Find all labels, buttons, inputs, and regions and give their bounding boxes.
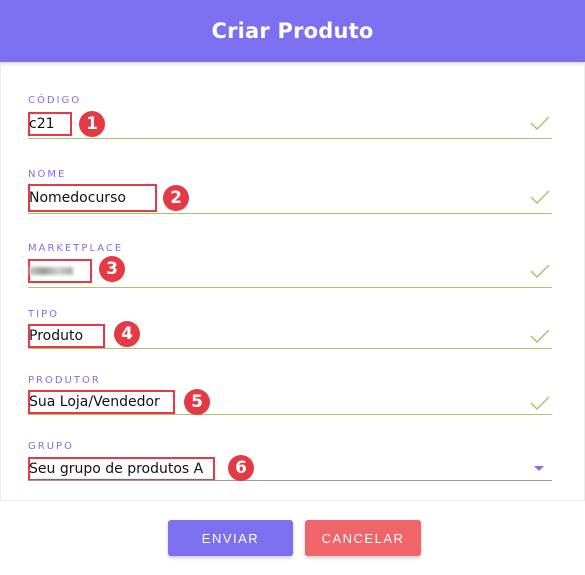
annotation-badge-2: 2 xyxy=(163,185,189,211)
annotation-badge-5: 5 xyxy=(184,389,210,415)
check-icon xyxy=(530,264,550,278)
codigo-underline xyxy=(28,138,552,139)
annotation-badge-4: 4 xyxy=(114,321,140,347)
tipo-underline xyxy=(28,348,552,349)
tipo-label: TIPO xyxy=(28,309,59,320)
marketplace-input[interactable] xyxy=(28,259,92,283)
redacted-value xyxy=(29,267,73,275)
nome-label: NOME xyxy=(28,169,67,180)
annotation-badge-1: 1 xyxy=(79,111,105,137)
page-title: Criar Produto xyxy=(211,19,374,43)
produtor-input[interactable]: Sua Loja/Vendedor xyxy=(28,390,175,414)
check-icon xyxy=(530,329,550,343)
check-icon xyxy=(530,396,550,410)
produtor-underline xyxy=(28,414,552,415)
submit-button[interactable]: ENVIAR xyxy=(168,520,293,556)
codigo-label: CÓDIGO xyxy=(28,95,82,106)
footer-divider xyxy=(0,500,585,501)
dropdown-arrow-icon[interactable] xyxy=(534,466,544,471)
check-icon xyxy=(530,116,550,130)
nome-underline xyxy=(28,213,552,214)
marketplace-label: MARKETPLACE xyxy=(28,243,124,254)
nome-input[interactable]: Nomedocurso xyxy=(28,184,157,212)
tipo-field[interactable]: TIPO Produto xyxy=(28,309,552,355)
grupo-label: GRUPO xyxy=(28,441,74,452)
annotation-badge-6: 6 xyxy=(228,455,254,481)
annotation-badge-3: 3 xyxy=(99,256,125,282)
produtor-label: PRODUTOR xyxy=(28,375,101,386)
nome-field[interactable]: NOME Nomedocurso xyxy=(28,169,552,215)
cancel-button[interactable]: CANCELAR xyxy=(305,520,421,556)
grupo-field[interactable]: GRUPO Seu grupo de produtos A xyxy=(28,441,552,487)
form-header: Criar Produto xyxy=(0,0,585,62)
codigo-field[interactable]: CÓDIGO c21 xyxy=(28,95,552,141)
grupo-underline xyxy=(28,480,552,481)
check-icon xyxy=(530,190,550,204)
codigo-input[interactable]: c21 xyxy=(28,112,72,136)
card-left-edge xyxy=(0,62,1,500)
tipo-input[interactable]: Produto xyxy=(28,324,105,348)
marketplace-underline xyxy=(28,287,552,288)
grupo-select[interactable]: Seu grupo de produtos A xyxy=(28,457,215,481)
produtor-field[interactable]: PRODUTOR Sua Loja/Vendedor xyxy=(28,375,552,421)
